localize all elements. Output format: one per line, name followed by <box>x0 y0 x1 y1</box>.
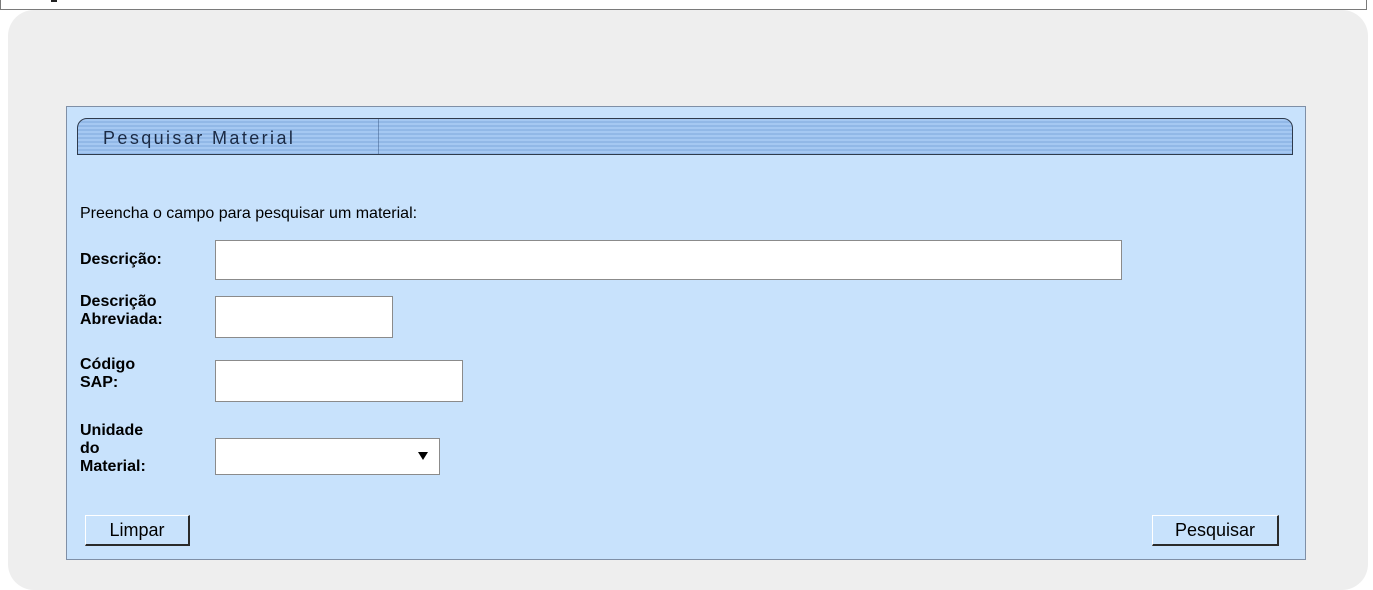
title-divider <box>378 119 379 154</box>
descricao-input[interactable] <box>215 240 1122 280</box>
unidade-material-label: Unidade do Material: <box>80 422 146 476</box>
descricao-label: Descrição: <box>80 251 162 268</box>
unidade-material-label-line1: Unidade <box>80 422 144 439</box>
search-button[interactable]: Pesquisar <box>1152 515 1279 546</box>
instruction-text: Preencha o campo para pesquisar um mater… <box>80 205 418 222</box>
descricao-abreviada-label: Descrição Abreviada: <box>80 293 163 329</box>
cutoff-glyph <box>51 0 57 2</box>
codigo-sap-input[interactable] <box>215 360 463 402</box>
descricao-abreviada-label-line2: Abreviada: <box>80 311 163 328</box>
unidade-material-label-line3: Material: <box>80 458 146 475</box>
descricao-abreviada-input[interactable] <box>215 296 393 338</box>
form-title-bar: Pesquisar Material <box>77 118 1293 155</box>
form-title: Pesquisar Material <box>103 128 296 148</box>
codigo-sap-label-line1: Código <box>80 356 136 373</box>
descricao-abreviada-label-line1: Descrição <box>80 293 157 310</box>
search-material-form: Pesquisar Material Preencha o campo para… <box>66 106 1306 560</box>
codigo-sap-label-line2: SAP: <box>80 374 119 391</box>
codigo-sap-label: Código SAP: <box>80 356 135 392</box>
top-frame <box>0 0 1367 10</box>
unidade-material-select[interactable] <box>215 438 440 475</box>
chevron-down-icon <box>418 452 428 460</box>
clear-button[interactable]: Limpar <box>85 515 190 546</box>
unidade-material-label-line2: do <box>80 440 100 457</box>
